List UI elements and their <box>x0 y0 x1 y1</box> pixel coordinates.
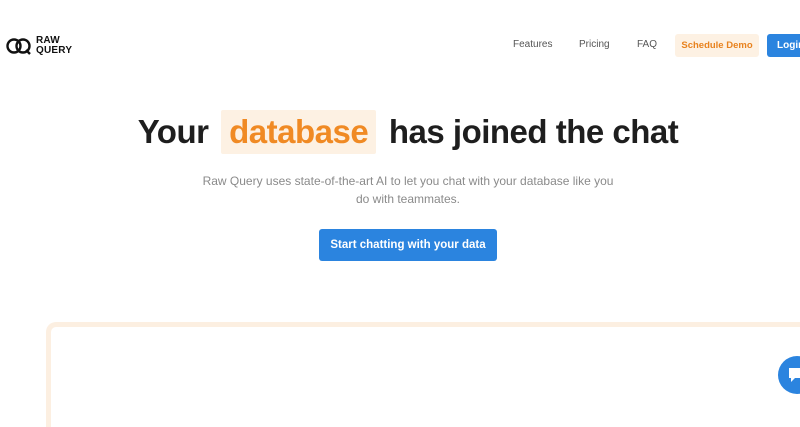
landing-page: RAW QUERY Features Pricing FAQ Schedule … <box>0 0 800 427</box>
site-header: RAW QUERY Features Pricing FAQ Schedule … <box>0 0 800 92</box>
chat-bubble-icon <box>789 368 800 382</box>
nav-pricing-link[interactable]: Pricing <box>579 39 610 50</box>
product-preview-card <box>46 322 800 427</box>
hero-title-after: has joined the chat <box>388 113 679 150</box>
nav-features-link[interactable]: Features <box>513 39 552 50</box>
hero-title-before: Your <box>137 113 209 150</box>
hero-subtitle: Raw Query uses state-of-the-art AI to le… <box>202 174 614 206</box>
hero-title-highlight: database <box>221 110 377 154</box>
start-chatting-button[interactable]: Start chatting with your data <box>319 229 497 261</box>
schedule-demo-button[interactable]: Schedule Demo <box>675 34 759 57</box>
nav-faq-link[interactable]: FAQ <box>637 39 657 50</box>
hero-title: Your database has joined the chat <box>0 110 800 154</box>
login-button[interactable]: Login <box>767 34 800 57</box>
